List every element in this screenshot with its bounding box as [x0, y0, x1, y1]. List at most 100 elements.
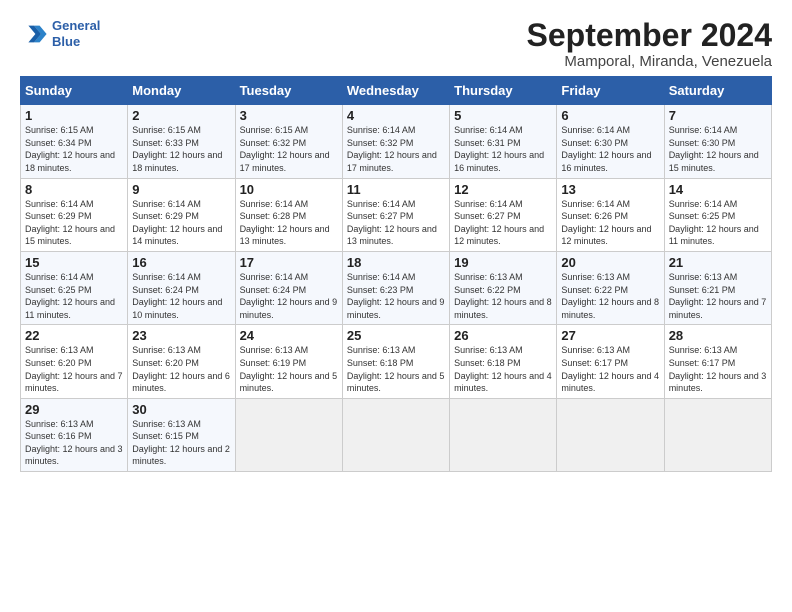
daylight-text: Daylight: 12 hours and 9 minutes. [240, 297, 338, 320]
day-info: Sunrise: 6:14 AMSunset: 6:27 PMDaylight:… [454, 198, 552, 248]
day-info: Sunrise: 6:14 AM Sunset: 6:29 PM Daylight:… [132, 198, 230, 248]
day-info: Sunrise: 6:14 AMSunset: 6:24 PMDaylight:… [132, 271, 230, 321]
header-day-friday: Friday [557, 77, 664, 105]
day-info: Sunrise: 6:13 AMSunset: 6:19 PMDaylight:… [240, 344, 338, 394]
sunrise-text: Sunrise: 6:14 AM [132, 272, 201, 282]
day-info: Sunrise: 6:14 AMSunset: 6:26 PMDaylight:… [561, 198, 659, 248]
day-info: Sunrise: 6:14 AMSunset: 6:32 PMDaylight:… [347, 124, 445, 174]
sunrise-text: Sunrise: 6:13 AM [561, 272, 630, 282]
sunrise-text: Sunrise: 6:13 AM [25, 419, 94, 429]
sunrise-text: Sunrise: 6:15 AM [25, 125, 94, 135]
sunrise-text: Sunrise: 6:14 AM [25, 272, 94, 282]
calendar-cell [450, 398, 557, 471]
day-number: 10 [240, 182, 338, 197]
sunset-text: Sunset: 6:20 PM [132, 358, 199, 368]
day-number: 25 [347, 328, 445, 343]
page: General Blue September 2024 Mamporal, Mi… [0, 0, 792, 482]
sunset-text: Sunset: 6:25 PM [669, 211, 736, 221]
sunrise-text: Sunrise: 6:14 AM [669, 125, 738, 135]
daylight-text: Daylight: 12 hours and 9 minutes. [347, 297, 445, 320]
sunset-text: Sunset: 6:21 PM [669, 285, 736, 295]
day-number: 9 [132, 182, 230, 197]
daylight-text: Daylight: 12 hours and 2 minutes. [132, 444, 230, 467]
sunset-text: Sunset: 6:24 PM [132, 285, 199, 295]
sunset-text: Sunset: 6:34 PM [25, 138, 92, 148]
day-info: Sunrise: 6:13 AMSunset: 6:20 PMDaylight:… [25, 344, 123, 394]
sunset-text: Sunset: 6:30 PM [561, 138, 628, 148]
sunset-text: Sunset: 6:15 PM [132, 431, 199, 441]
day-number: 22 [25, 328, 123, 343]
sunrise-text: Sunrise: 6:14 AM [240, 199, 309, 209]
day-number: 12 [454, 182, 552, 197]
sunrise-text: Sunrise: 6:13 AM [132, 345, 201, 355]
daylight-text: Daylight: 12 hours and 14 minutes. [132, 224, 222, 247]
daylight-text: Daylight: 12 hours and 15 minutes. [25, 224, 115, 247]
calendar-cell: 1Sunrise: 6:15 AMSunset: 6:34 PMDaylight… [21, 105, 128, 178]
calendar-week-row: 15Sunrise: 6:14 AMSunset: 6:25 PMDayligh… [21, 251, 772, 324]
calendar-table: SundayMondayTuesdayWednesdayThursdayFrid… [20, 76, 772, 472]
calendar-cell [557, 398, 664, 471]
sunset-text: Sunset: 6:25 PM [25, 285, 92, 295]
sunset-text: Sunset: 6:30 PM [669, 138, 736, 148]
sunset-text: Sunset: 6:29 PM [132, 211, 199, 221]
calendar-cell [235, 398, 342, 471]
day-info: Sunrise: 6:14 AMSunset: 6:30 PMDaylight:… [669, 124, 767, 174]
daylight-text: Daylight: 12 hours and 11 minutes. [25, 297, 115, 320]
day-number: 2 [132, 108, 230, 123]
day-info: Sunrise: 6:15 AMSunset: 6:32 PMDaylight:… [240, 124, 338, 174]
sunrise-text: Sunrise: 6:13 AM [347, 345, 416, 355]
day-number: 17 [240, 255, 338, 270]
daylight-text: Daylight: 12 hours and 12 minutes. [454, 224, 544, 247]
day-info: Sunrise: 6:14 AMSunset: 6:31 PMDaylight:… [454, 124, 552, 174]
day-info: Sunrise: 6:13 AMSunset: 6:22 PMDaylight:… [454, 271, 552, 321]
day-number: 11 [347, 182, 445, 197]
daylight-text: Daylight: 12 hours and 16 minutes. [561, 150, 651, 173]
calendar-cell: 28Sunrise: 6:13 AMSunset: 6:17 PMDayligh… [664, 325, 771, 398]
calendar-cell: 19Sunrise: 6:13 AMSunset: 6:22 PMDayligh… [450, 251, 557, 324]
sunset-text: Sunset: 6:20 PM [25, 358, 92, 368]
calendar-cell: 6Sunrise: 6:14 AMSunset: 6:30 PMDaylight… [557, 105, 664, 178]
daylight-text: Daylight: 12 hours and 4 minutes. [561, 371, 659, 394]
day-number: 26 [454, 328, 552, 343]
header-day-tuesday: Tuesday [235, 77, 342, 105]
calendar-cell: 16Sunrise: 6:14 AMSunset: 6:24 PMDayligh… [128, 251, 235, 324]
sunrise-text: Sunrise: 6:14 AM [240, 272, 309, 282]
sunset-text: Sunset: 6:31 PM [454, 138, 521, 148]
day-info: Sunrise: 6:13 AMSunset: 6:21 PMDaylight:… [669, 271, 767, 321]
daylight-text: Daylight: 12 hours and 18 minutes. [132, 150, 222, 173]
sunset-text: Sunset: 6:16 PM [25, 431, 92, 441]
daylight-text: Daylight: 12 hours and 17 minutes. [347, 150, 437, 173]
day-number: 30 [132, 402, 230, 417]
sunrise-text: Sunrise: 6:14 AM [561, 199, 630, 209]
calendar-cell: 12Sunrise: 6:14 AMSunset: 6:27 PMDayligh… [450, 178, 557, 251]
sunset-text: Sunset: 6:32 PM [240, 138, 307, 148]
calendar-cell: 15Sunrise: 6:14 AMSunset: 6:25 PMDayligh… [21, 251, 128, 324]
day-number: 5 [454, 108, 552, 123]
calendar-cell: 22Sunrise: 6:13 AMSunset: 6:20 PMDayligh… [21, 325, 128, 398]
sunset-text: Sunset: 6:18 PM [347, 358, 414, 368]
day-number: 14 [669, 182, 767, 197]
day-info: Sunrise: 6:14 AMSunset: 6:28 PMDaylight:… [240, 198, 338, 248]
day-number: 7 [669, 108, 767, 123]
sunset-text: Sunset: 6:32 PM [347, 138, 414, 148]
sunrise-text: Sunrise: 6:13 AM [669, 345, 738, 355]
calendar-cell: 2Sunrise: 6:15 AMSunset: 6:33 PMDaylight… [128, 105, 235, 178]
sunrise-text: Sunrise: 6:14 AM [347, 272, 416, 282]
sunrise-text: Sunrise: 6:14 AM [132, 199, 201, 209]
calendar-cell: 24Sunrise: 6:13 AMSunset: 6:19 PMDayligh… [235, 325, 342, 398]
calendar-week-row: 8 Sunrise: 6:14 AM Sunset: 6:29 PM Daylight… [21, 178, 772, 251]
calendar-cell: 17Sunrise: 6:14 AMSunset: 6:24 PMDayligh… [235, 251, 342, 324]
day-number: 6 [561, 108, 659, 123]
day-info: Sunrise: 6:14 AM Sunset: 6:25 PM Daylight:… [25, 271, 123, 321]
day-number: 29 [25, 402, 123, 417]
day-number: 4 [347, 108, 445, 123]
daylight-text: Daylight: 12 hours and 18 minutes. [25, 150, 115, 173]
day-number: 8 [25, 182, 123, 197]
sunrise-text: Sunrise: 6:13 AM [132, 419, 201, 429]
calendar-cell: 8Sunrise: 6:14 AMSunset: 6:29 PMDaylight… [21, 178, 128, 251]
daylight-text: Daylight: 12 hours and 4 minutes. [454, 371, 552, 394]
daylight-text: Daylight: 12 hours and 17 minutes. [240, 150, 330, 173]
calendar-cell: 27Sunrise: 6:13 AMSunset: 6:17 PMDayligh… [557, 325, 664, 398]
calendar-cell: 14Sunrise: 6:14 AMSunset: 6:25 PMDayligh… [664, 178, 771, 251]
sunset-text: Sunset: 6:29 PM [25, 211, 92, 221]
